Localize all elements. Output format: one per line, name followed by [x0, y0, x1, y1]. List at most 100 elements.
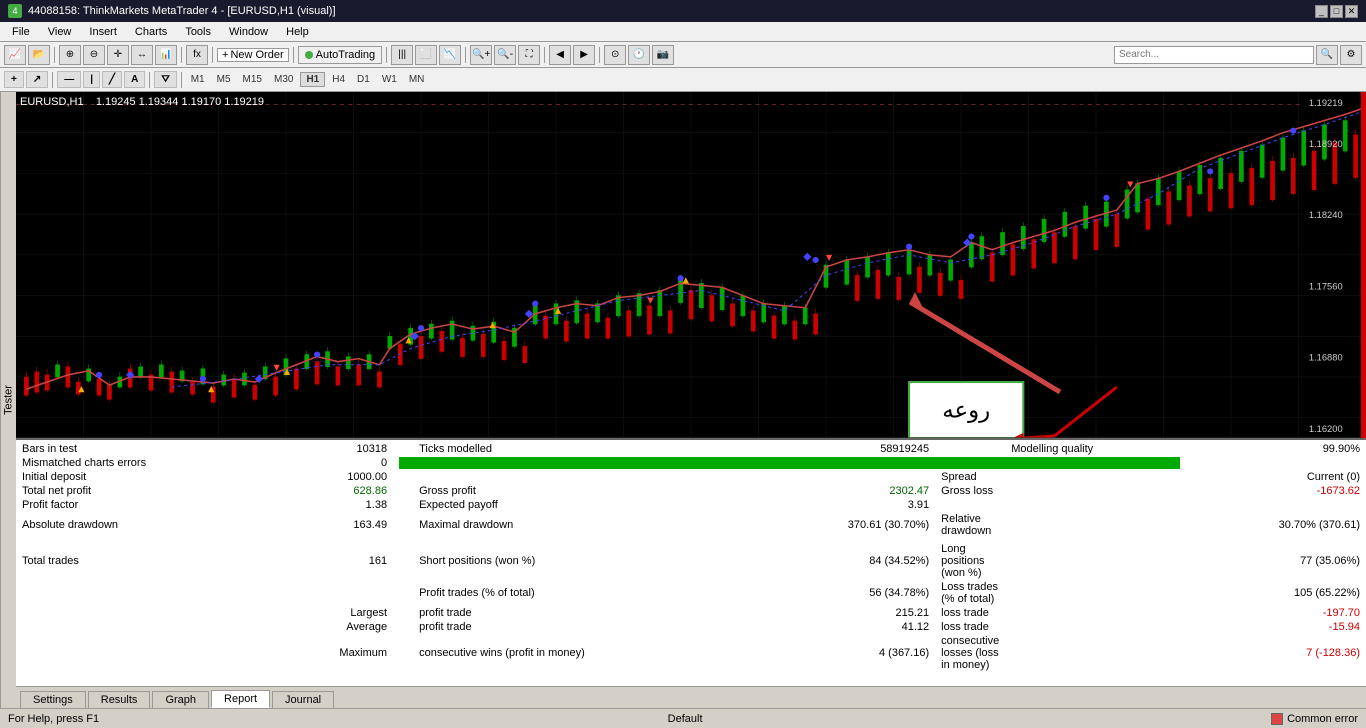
table-row: Average profit trade 41.12 loss trade -1…: [16, 620, 1366, 634]
table-row: Initial deposit 1000.00 Spread Current (…: [16, 470, 1366, 484]
menu-help[interactable]: Help: [278, 24, 317, 40]
stats-table: Bars in test 10318 Ticks modelled 589192…: [16, 442, 1366, 672]
menu-tools[interactable]: Tools: [177, 24, 219, 40]
mismatched-value: 0: [278, 456, 393, 470]
bar-chart-button[interactable]: |||: [391, 45, 413, 65]
main-content: Tester EURUSD,H1 1.19245 1.19344 1.19170…: [0, 92, 1366, 708]
close-button[interactable]: ✕: [1345, 5, 1358, 18]
svg-text:1.19219: 1.19219: [1309, 98, 1343, 108]
progress-bar-cell: [393, 456, 1186, 470]
stats-area: Bars in test 10318 Ticks modelled 589192…: [16, 440, 1366, 686]
loss-trades-value: 105 (65.22%): [1186, 580, 1366, 606]
zoom-in2-button[interactable]: 🔍+: [470, 45, 492, 65]
tf-m30[interactable]: M30: [269, 73, 298, 86]
status-help: For Help, press F1: [8, 713, 99, 725]
profit-trade-label: profit trade: [413, 606, 755, 620]
long-pos-label: Long positions (won %): [935, 542, 1005, 580]
tf-m1[interactable]: M1: [186, 73, 210, 86]
crosshair-button[interactable]: ✛: [107, 45, 129, 65]
avg-profit-trade-value: 41.12: [755, 620, 935, 634]
menu-window[interactable]: Window: [221, 24, 276, 40]
error-icon: [1271, 713, 1283, 725]
loss-trade-value: -197.70: [1186, 606, 1366, 620]
scroll-button[interactable]: ↔: [131, 45, 153, 65]
line-tool-button[interactable]: +: [4, 71, 24, 88]
forward-button[interactable]: ▶: [573, 45, 595, 65]
fib-button[interactable]: ⛛: [154, 71, 176, 88]
consec-wins-value: 4 (367.16): [755, 634, 935, 672]
table-row: Maximum consecutive wins (profit in mone…: [16, 634, 1366, 672]
arrow-tool-button[interactable]: ↗: [26, 71, 48, 88]
tab-bar: Settings Results Graph Report Journal: [16, 686, 1366, 708]
tf-h1[interactable]: H1: [300, 72, 325, 87]
main-toolbar: 📈 📂 ⊕ ⊖ ✛ ↔ 📊 fx + New Order AutoTrading…: [0, 42, 1366, 68]
menu-bar: File View Insert Charts Tools Window Hel…: [0, 22, 1366, 42]
screenshot-button[interactable]: 📷: [652, 45, 674, 65]
draw-hline-button[interactable]: —: [57, 71, 81, 88]
text-tool-button[interactable]: A: [124, 71, 145, 88]
clock-button[interactable]: 🕐: [628, 45, 650, 65]
indicators-button[interactable]: fx: [186, 45, 208, 65]
long-pos-value: 77 (35.06%): [1186, 542, 1366, 580]
tf-m5[interactable]: M5: [212, 73, 236, 86]
tf-d1[interactable]: D1: [352, 73, 375, 86]
zoom-out-button[interactable]: ⊖: [83, 45, 105, 65]
profit-factor-label: Profit factor: [16, 498, 278, 512]
toolbar-separator-6: [465, 47, 466, 63]
zoom-out2-button[interactable]: 🔍-: [494, 45, 516, 65]
timeframe-toolbar: + ↗ — | ╱ A ⛛ M1 M5 M15 M30 H1 H4 D1 W1 …: [0, 68, 1366, 92]
tf-h4[interactable]: H4: [327, 73, 350, 86]
maximize-button[interactable]: □: [1330, 5, 1343, 18]
period-button[interactable]: ⊙: [604, 45, 626, 65]
menu-file[interactable]: File: [4, 24, 38, 40]
search-button[interactable]: 🔍: [1316, 45, 1338, 65]
consec-wins-label: consecutive wins (profit in money): [413, 634, 755, 672]
menu-view[interactable]: View: [40, 24, 80, 40]
chart-container[interactable]: EURUSD,H1 1.19245 1.19344 1.19170 1.1921…: [16, 92, 1366, 438]
initial-deposit-label: Initial deposit: [16, 470, 278, 484]
candle-chart-button[interactable]: ⬜: [415, 45, 437, 65]
search-input[interactable]: [1114, 46, 1314, 64]
mismatched-label: Mismatched charts errors: [16, 456, 278, 470]
tab-journal[interactable]: Journal: [272, 691, 334, 708]
settings-button[interactable]: ⚙: [1340, 45, 1362, 65]
tab-report[interactable]: Report: [211, 690, 270, 708]
abs-drawdown-label: Absolute drawdown: [16, 512, 278, 538]
chart-properties-button[interactable]: 📊: [155, 45, 177, 65]
menu-insert[interactable]: Insert: [81, 24, 125, 40]
autotrading-label: AutoTrading: [316, 49, 376, 61]
net-profit-label: Total net profit: [16, 484, 278, 498]
autotrading-button[interactable]: AutoTrading: [298, 46, 383, 64]
avg-profit-trade-label: profit trade: [413, 620, 755, 634]
full-screen-button[interactable]: ⛶: [518, 45, 540, 65]
new-chart-button[interactable]: 📈: [4, 45, 26, 65]
toolbar-separator-5: [386, 47, 387, 63]
title-bar: 4 44088158: ThinkMarkets MetaTrader 4 - …: [0, 0, 1366, 22]
open-button[interactable]: 📂: [28, 45, 50, 65]
tf-mn[interactable]: MN: [404, 73, 430, 86]
line-chart-button[interactable]: 📉: [439, 45, 461, 65]
bars-in-test-value: 10318: [278, 442, 393, 456]
bars-in-test-label: Bars in test: [16, 442, 278, 456]
spread-value: Current (0): [1186, 470, 1366, 484]
svg-text:1.16200: 1.16200: [1309, 424, 1343, 434]
tab-graph[interactable]: Graph: [152, 691, 209, 708]
tf-m15[interactable]: M15: [238, 73, 267, 86]
abs-drawdown-value: 163.49: [278, 512, 393, 538]
draw-tline-button[interactable]: ╱: [102, 71, 122, 88]
loss-trade-label: loss trade: [935, 606, 1005, 620]
avg-loss-trade-value: -15.94: [1186, 620, 1366, 634]
tester-panel-label[interactable]: Tester: [0, 92, 16, 708]
tf-w1[interactable]: W1: [377, 73, 402, 86]
menu-charts[interactable]: Charts: [127, 24, 175, 40]
new-order-button[interactable]: + New Order: [217, 48, 289, 62]
profit-trades-value: 56 (34.78%): [755, 580, 935, 606]
tab-settings[interactable]: Settings: [20, 691, 86, 708]
zoom-in-button[interactable]: ⊕: [59, 45, 81, 65]
tab-results[interactable]: Results: [88, 691, 151, 708]
toolbar-separator-7: [544, 47, 545, 63]
draw-vline-button[interactable]: |: [83, 71, 100, 88]
back-button[interactable]: ◀: [549, 45, 571, 65]
minimize-button[interactable]: _: [1315, 5, 1328, 18]
consec-losses-label: consecutive losses (loss in money): [935, 634, 1005, 672]
